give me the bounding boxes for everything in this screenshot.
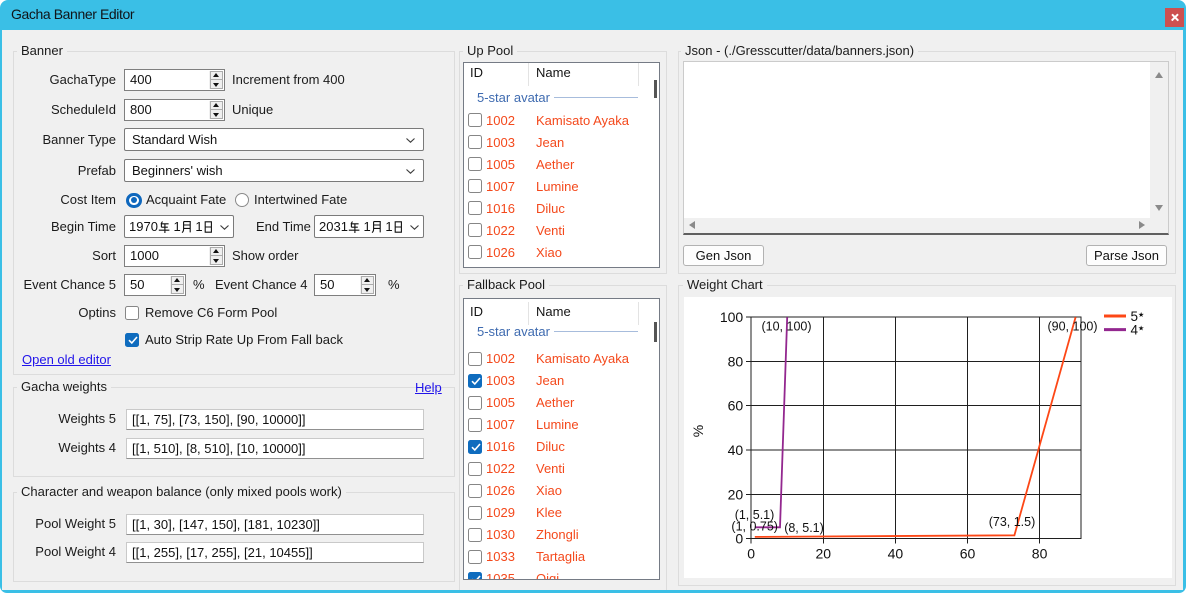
svg-text:0: 0 [747,546,755,562]
svg-text:20: 20 [728,486,744,502]
svg-text:(73, 1.5): (73, 1.5) [989,515,1036,529]
svg-text:80: 80 [1032,546,1048,562]
svg-text:(10, 100): (10, 100) [761,320,811,334]
svg-text:80: 80 [728,353,744,369]
svg-text:40: 40 [888,546,904,562]
svg-text:60: 60 [728,398,744,414]
svg-text:20: 20 [816,546,832,562]
svg-text:%: % [690,425,706,437]
svg-text:(8, 5.1): (8, 5.1) [784,521,824,535]
svg-text:100: 100 [720,309,744,325]
svg-text:40: 40 [728,442,744,458]
svg-text:60: 60 [960,546,976,562]
svg-text:(1, 0.75): (1, 0.75) [731,520,778,534]
svg-text:(90, 100): (90, 100) [1047,320,1097,334]
